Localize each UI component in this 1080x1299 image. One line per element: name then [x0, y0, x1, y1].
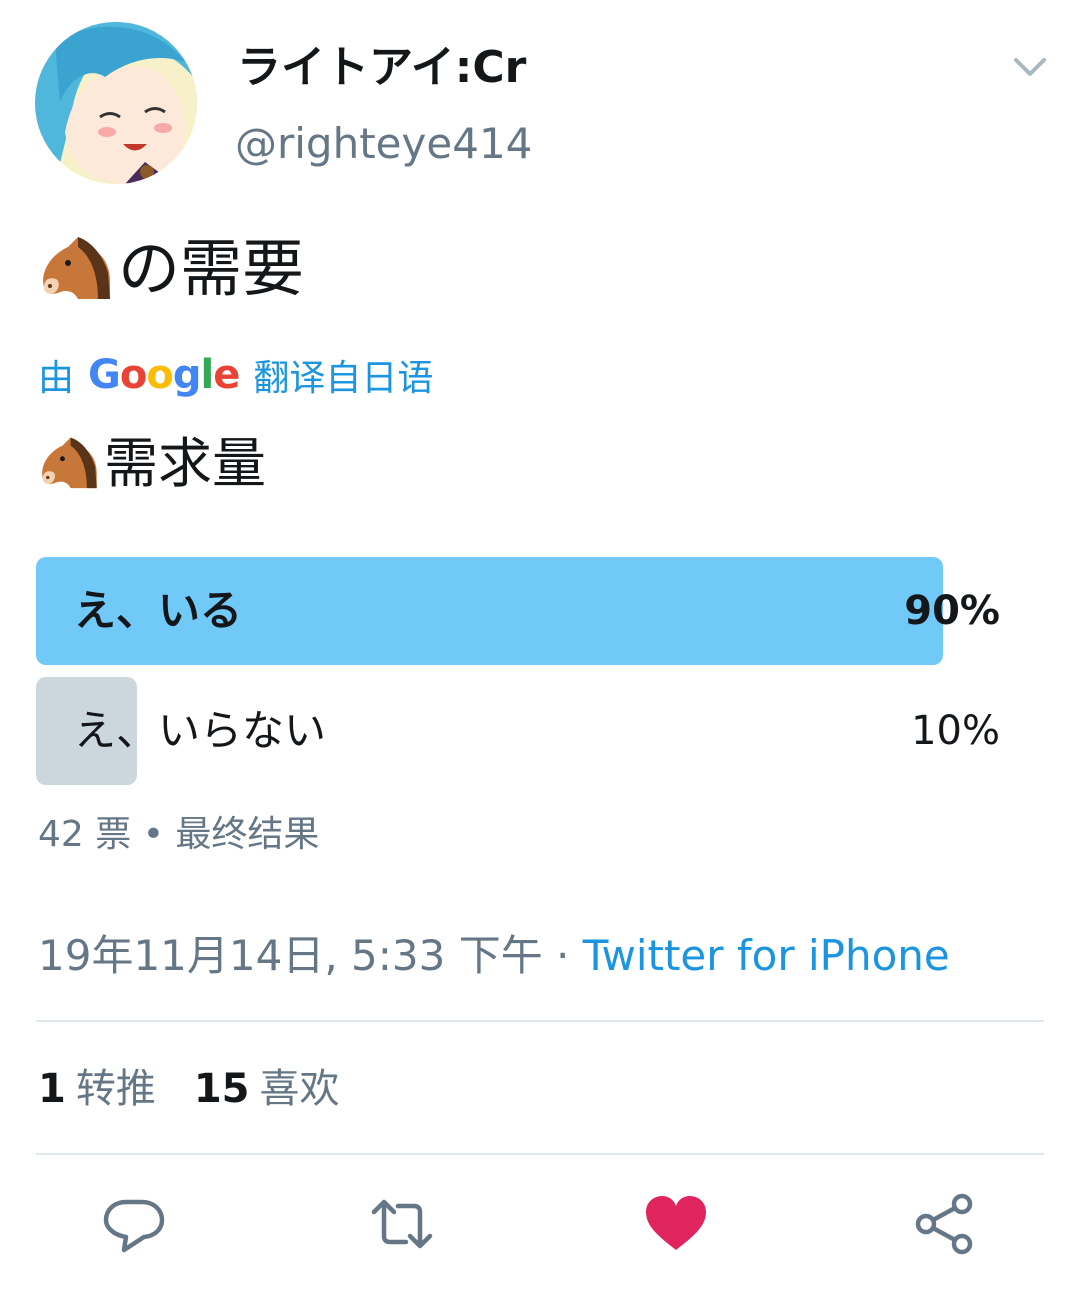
retweet-count: 1	[38, 1066, 66, 1112]
user-handle[interactable]: @righteye414	[235, 118, 532, 170]
translation-attribution[interactable]: 由 Google 翻译自日语	[38, 350, 433, 400]
avatar[interactable]	[35, 22, 197, 184]
like-stat[interactable]: 15 喜欢	[194, 1066, 340, 1112]
poll-option-label: え、いる	[74, 586, 243, 635]
like-button[interactable]	[644, 1192, 708, 1256]
engagement-stats: 1 转推 15 喜欢	[38, 1062, 340, 1116]
translation-suffix: 翻译自日语	[253, 358, 434, 399]
tweet-body: の需要	[118, 232, 305, 305]
poll-meta: 42 票 • 最终结果	[38, 814, 320, 855]
reply-button[interactable]	[102, 1192, 166, 1256]
retweet-icon	[371, 1199, 433, 1249]
heart-icon	[646, 1196, 706, 1250]
tweet-timestamp-row: 19年11月14日, 5:33 下午 · Twitter for iPhone	[38, 928, 950, 984]
poll-option-percent: 10%	[911, 708, 1000, 754]
chevron-down-icon[interactable]	[1008, 50, 1052, 84]
poll-option-label: え、いらない	[74, 706, 327, 755]
divider	[36, 1153, 1044, 1155]
tweet-timestamp: 19年11月14日, 5:33 下午	[38, 931, 543, 980]
translated-text: 需求量	[38, 432, 266, 496]
google-logo: Google	[88, 352, 240, 398]
poll-option: え、いらない 10%	[36, 677, 1044, 785]
display-name[interactable]: ライトアイ:Cr	[237, 42, 526, 94]
reply-icon	[103, 1199, 165, 1253]
horse-face-icon	[38, 434, 100, 494]
tweet-text: の需要	[38, 232, 304, 306]
retweet-stat[interactable]: 1 转推	[38, 1066, 156, 1112]
retweet-button[interactable]	[370, 1192, 434, 1256]
poll-option: え、いる 90%	[36, 557, 1044, 665]
horse-face-icon	[38, 233, 114, 305]
separator: ·	[542, 931, 583, 980]
translated-body: 需求量	[104, 432, 266, 495]
like-count: 15	[193, 1066, 250, 1112]
divider	[36, 1020, 1044, 1022]
share-button[interactable]	[912, 1192, 976, 1256]
retweet-label: 转推	[75, 1066, 156, 1112]
share-icon	[915, 1193, 973, 1255]
source-link[interactable]: Twitter for iPhone	[583, 931, 950, 980]
translation-prefix: 由	[38, 358, 75, 399]
like-label: 喜欢	[259, 1066, 340, 1112]
poll-option-percent: 90%	[904, 588, 1000, 634]
